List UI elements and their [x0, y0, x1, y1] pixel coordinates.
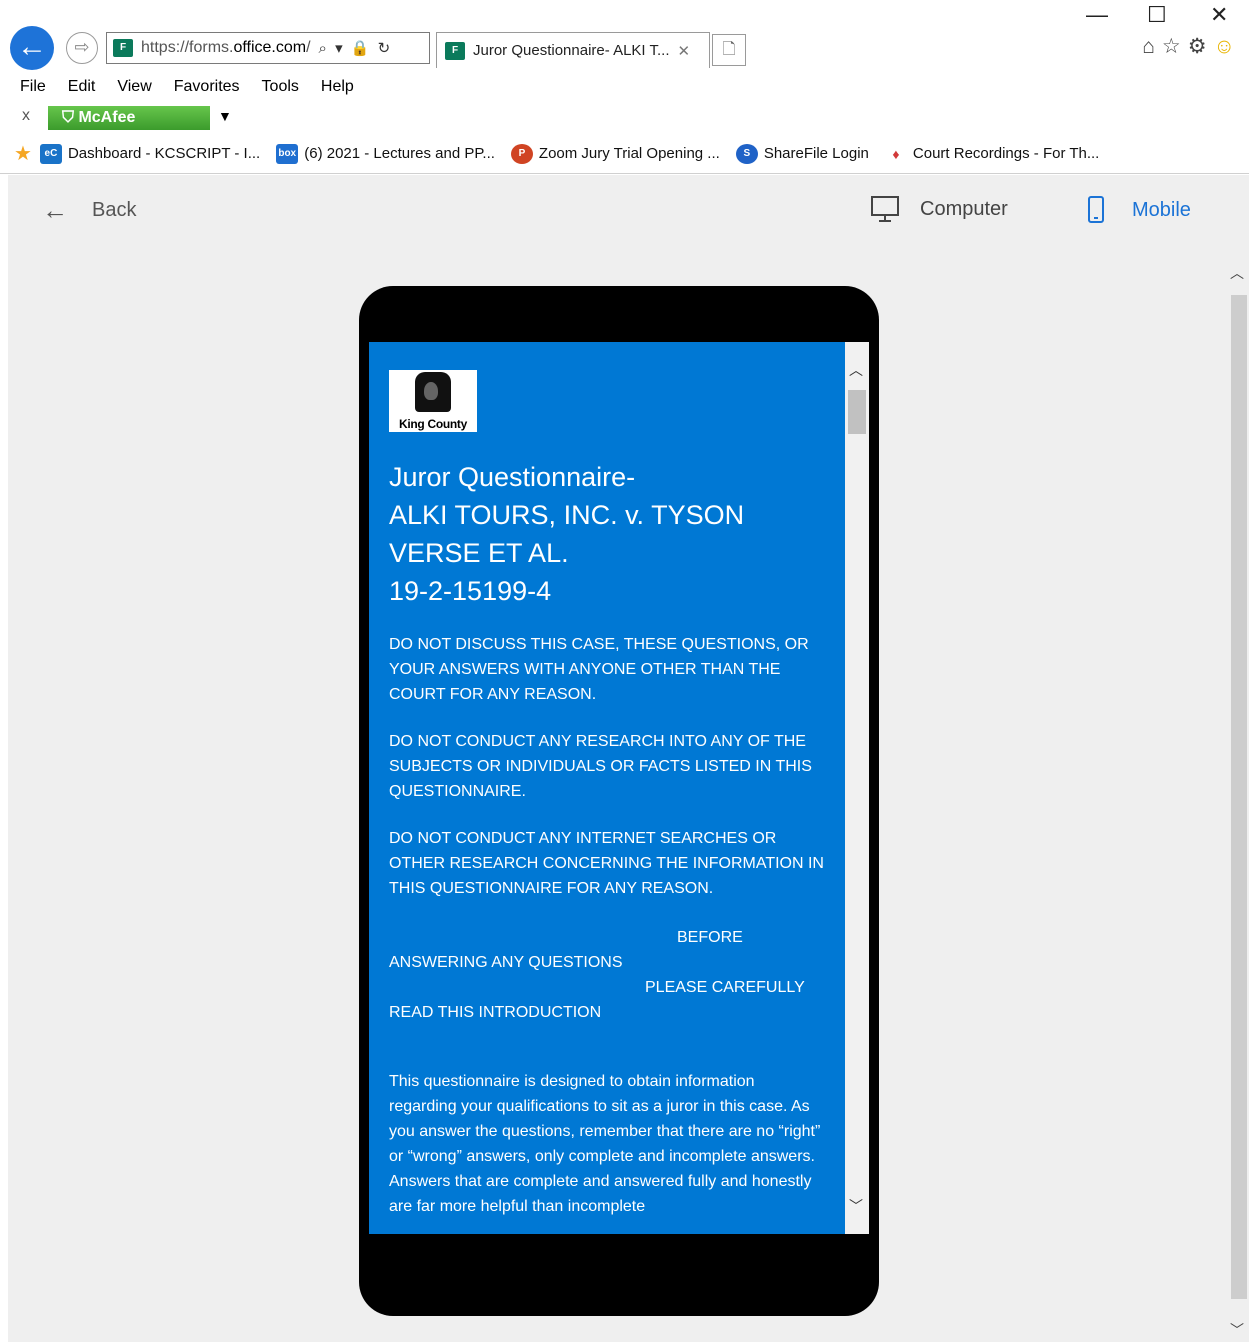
form-title: Juror Questionnaire- ALKI TOURS, INC. v.… — [389, 458, 825, 610]
instruction-paragraph: DO NOT CONDUCT ANY INTERNET SEARCHES OR … — [389, 830, 829, 897]
intro-line: PLEASE CAREFULLY — [645, 979, 805, 996]
browser-forward-icon[interactable]: ⇨ — [66, 32, 98, 64]
favorite-item-zoom-jury[interactable]: P Zoom Jury Trial Opening ... — [510, 143, 720, 164]
scroll-down-icon[interactable]: ﹀ — [1230, 1320, 1244, 1340]
mobile-scrollbar[interactable]: ︿ ﹀ — [845, 342, 869, 1234]
mobile-view-button[interactable]: Mobile — [1086, 195, 1191, 225]
scroll-up-icon[interactable]: ︿ — [1230, 263, 1244, 283]
add-favorite-star-icon[interactable]: ★ — [14, 141, 32, 166]
favorites-bar: ★ eC Dashboard - KCSCRIPT - I... box (6)… — [0, 134, 1249, 174]
mcafee-dropdown-icon[interactable]: ▼ — [218, 108, 232, 124]
mlk-portrait-icon — [415, 372, 451, 412]
form-description: This questionnaire is designed to obtain… — [389, 1073, 821, 1215]
mobile-phone-frame: King County Juror Questionnaire- ALKI TO… — [359, 286, 879, 1316]
forms-favicon-icon: F — [445, 41, 465, 60]
tab-juror-questionnaire[interactable]: F Juror Questionnaire- ALKI T... ✕ — [436, 32, 710, 68]
mcafee-toolbar: x ⛉ McAfee ▼ — [0, 102, 1249, 134]
menu-file[interactable]: File — [20, 78, 46, 96]
favorite-item-dashboard[interactable]: eC Dashboard - KCSCRIPT - I... — [39, 143, 261, 164]
ecollege-icon: eC — [39, 143, 62, 164]
browser-titlebar: ← ⇨ F https://forms.office.com/ ⌕ ▾ 🔒 ↻ … — [0, 0, 1249, 72]
close-window-icon[interactable]: ✕ — [1210, 2, 1228, 28]
back-arrow-icon: ← — [42, 195, 68, 225]
court-recordings-icon: ♦ — [892, 145, 900, 162]
page-scroll-thumb[interactable] — [1231, 295, 1247, 1299]
tab-title: Juror Questionnaire- ALKI T... — [473, 42, 670, 59]
home-icon[interactable]: ⌂ — [1142, 35, 1162, 58]
mobile-phone-icon — [1088, 196, 1104, 223]
computer-view-button[interactable]: Computer — [870, 195, 1008, 223]
browser-toolbar-icons: ⌂☆⚙☺ — [1142, 34, 1235, 59]
favorite-label: Dashboard - KCSCRIPT - I... — [67, 145, 261, 162]
mobile-screen: King County Juror Questionnaire- ALKI TO… — [369, 342, 869, 1234]
address-bar[interactable]: F https://forms.office.com/ ⌕ ▾ 🔒 ↻ — [106, 32, 430, 64]
form-content: King County Juror Questionnaire- ALKI TO… — [369, 342, 845, 1234]
mcafee-close-icon[interactable]: x — [22, 107, 30, 125]
menu-help[interactable]: Help — [321, 78, 354, 96]
back-label: Back — [92, 199, 137, 221]
sharefile-icon: S — [735, 143, 758, 164]
logo-text: King County — [398, 417, 468, 431]
king-county-logo: King County — [389, 370, 477, 432]
page-scrollbar[interactable]: ︿ ﹀ — [1229, 255, 1249, 1342]
menu-edit[interactable]: Edit — [68, 78, 96, 96]
mcafee-shield-icon: ⛉ — [62, 109, 79, 126]
preview-nav: ← Back Computer Mobile — [8, 175, 1249, 247]
mcafee-button[interactable]: ⛉ McAfee — [48, 106, 210, 130]
favorite-label: Zoom Jury Trial Opening ... — [538, 145, 720, 162]
menu-favorites[interactable]: Favorites — [174, 78, 240, 96]
menu-bar: File Edit View Favorites Tools Help — [0, 72, 1249, 102]
address-bar-icons[interactable]: ⌕ ▾ 🔒 ↻ — [319, 39, 393, 57]
box-icon: box — [276, 143, 299, 164]
mobile-scroll-down-icon[interactable]: ﹀ — [849, 1196, 863, 1216]
mobile-label: Mobile — [1132, 198, 1191, 221]
menu-view[interactable]: View — [117, 78, 151, 96]
favorites-star-icon[interactable]: ☆ — [1162, 35, 1188, 58]
forms-favicon-icon: F — [113, 39, 133, 57]
form-title-line: VERSE ET AL. — [389, 538, 569, 568]
menu-tools[interactable]: Tools — [262, 78, 299, 96]
intro-line: ANSWERING ANY QUESTIONS — [389, 954, 623, 971]
computer-label: Computer — [920, 197, 1008, 220]
intro-heading: BEFORE ANSWERING ANY QUESTIONS PLEASE CA… — [389, 925, 825, 1025]
url-text[interactable]: https://forms.office.com/ — [141, 39, 311, 57]
feedback-smiley-icon[interactable]: ☺ — [1214, 35, 1235, 58]
minimize-icon[interactable]: — — [1086, 2, 1108, 28]
computer-monitor-icon — [871, 196, 899, 222]
favorite-label: Court Recordings - For Th... — [912, 145, 1100, 162]
favorite-item-sharefile[interactable]: S ShareFile Login — [735, 143, 869, 164]
mobile-scroll-thumb[interactable] — [848, 390, 866, 434]
favorite-label: ShareFile Login — [763, 145, 869, 162]
mcafee-label: McAfee — [78, 109, 136, 126]
form-title-line: ALKI TOURS, INC. v. TYSON — [389, 500, 745, 530]
form-title-line: Juror Questionnaire- — [389, 462, 636, 492]
favorite-item-lectures[interactable]: box (6) 2021 - Lectures and PP... — [276, 143, 495, 164]
mobile-scroll-up-icon[interactable]: ︿ — [849, 360, 863, 380]
maximize-icon[interactable]: ☐ — [1147, 2, 1167, 28]
new-tab-icon[interactable]: 🗋 — [712, 34, 746, 66]
intro-line: BEFORE — [677, 929, 743, 946]
settings-gear-icon[interactable]: ⚙ — [1188, 35, 1214, 58]
instruction-paragraph: DO NOT CONDUCT ANY RESEARCH INTO ANY OF … — [389, 733, 817, 800]
instruction-paragraph: DO NOT DISCUSS THIS CASE, THESE QUESTION… — [389, 636, 813, 703]
preview-back-button[interactable]: ← Back — [42, 195, 136, 226]
intro-line: READ THIS INTRODUCTION — [389, 1004, 602, 1021]
favorite-item-court-recordings[interactable]: ♦ Court Recordings - For Th... — [885, 144, 1099, 164]
tab-close-icon[interactable]: ✕ — [678, 42, 691, 60]
powerpoint-icon: P — [510, 143, 533, 164]
browser-back-icon[interactable]: ← — [10, 26, 54, 70]
case-number: 19-2-15199-4 — [389, 576, 552, 606]
favorite-label: (6) 2021 - Lectures and PP... — [304, 145, 495, 162]
preview-page: ← Back Computer Mobile ︿ ﹀ King County J… — [8, 175, 1249, 1342]
